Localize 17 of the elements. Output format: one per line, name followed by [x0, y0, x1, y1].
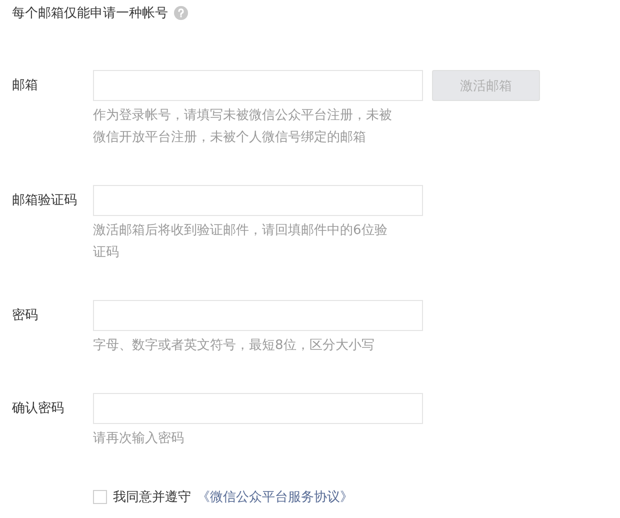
- agreement-link[interactable]: 《微信公众平台服务协议》: [197, 488, 353, 506]
- heading: 每个邮箱仅能申请一种帐号: [12, 5, 168, 22]
- help-icon[interactable]: [174, 6, 188, 20]
- input-field[interactable]: [93, 393, 423, 424]
- field-label: 邮箱: [12, 77, 39, 95]
- checkbox[interactable]: [93, 490, 107, 504]
- field-label: 邮箱验证码: [12, 192, 78, 210]
- hint-text: 作为登录帐号，请填写未被微信公众平台注册，未被微信开放平台注册，未被个人微信号绑定的邮箱: [93, 107, 393, 147]
- field-label: 确认密码: [12, 400, 65, 418]
- input-field[interactable]: [93, 300, 423, 331]
- hint-text: 字母、数字或者英文符号，最短8位，区分大小写: [93, 337, 376, 355]
- hint-text: 请再次输入密码: [93, 430, 185, 448]
- input-field[interactable]: [93, 185, 423, 216]
- field-label: 密码: [12, 307, 39, 325]
- hint-text: 激活邮箱后将收到验证邮件，请回填邮件中的6位验证码: [93, 222, 388, 262]
- input-field[interactable]: [93, 70, 423, 101]
- agreement-text: 我同意并遵守: [113, 489, 191, 506]
